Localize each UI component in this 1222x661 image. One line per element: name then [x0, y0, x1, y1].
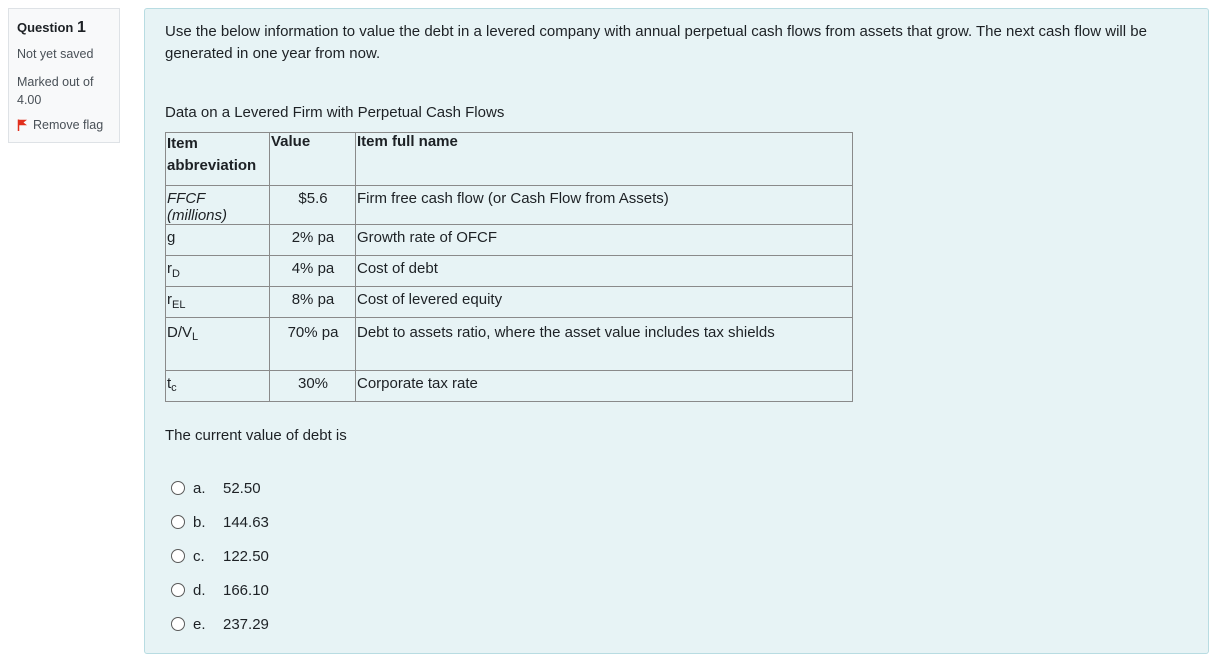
abbr-cell: FFCF (millions) [165, 185, 270, 225]
question-text: Use the below information to value the d… [165, 23, 1147, 62]
option-letter: c. [193, 547, 205, 565]
option-letter: e. [193, 615, 206, 633]
answer-options: a. 52.50 b. 144.63 c. 122.50 d. 166.10 e… [171, 471, 269, 641]
abbr-cell: g [165, 224, 270, 256]
abbr-cell: rEL [165, 286, 270, 318]
question-state: Not yet saved [17, 47, 94, 61]
remove-flag-link[interactable]: Remove flag [17, 118, 119, 132]
abbr-subscript: EL [172, 299, 186, 311]
question-formulation: Use the below information to value the d… [144, 8, 1209, 654]
option-value[interactable]: 237.29 [223, 616, 269, 633]
abbr-subscript: L [192, 331, 199, 343]
abbr-cell: D/VL [165, 317, 270, 371]
table-row: FFCF (millions) $5.6 Firm free cash flow… [165, 185, 853, 225]
table-header-row: Item abbreviation Value Item full name [165, 132, 853, 186]
answer-option-a[interactable]: a. 52.50 [171, 471, 269, 505]
abbr-cell: rD [165, 255, 270, 287]
column-header-value: Value [269, 132, 356, 186]
abbr-subscript: D [172, 268, 180, 280]
value-cell: 70% pa [269, 317, 356, 371]
value-cell: 30% [269, 370, 356, 402]
question-prompt: The current value of debt is [165, 427, 347, 444]
column-header-abbreviation: Item abbreviation [165, 132, 270, 186]
value-cell: 8% pa [269, 286, 356, 318]
red-flag-icon [17, 119, 27, 131]
option-letter: d. [193, 581, 206, 599]
radio-button[interactable] [171, 617, 185, 631]
value-cell: 2% pa [269, 224, 356, 256]
abbr-text: D/V [167, 324, 193, 341]
column-header-full-name: Item full name [355, 132, 853, 186]
abbr-subscript: c [171, 382, 177, 394]
data-table: Item abbreviation Value Item full name F… [165, 132, 853, 402]
option-value[interactable]: 122.50 [223, 548, 269, 565]
answer-option-d[interactable]: d. 166.10 [171, 573, 269, 607]
value-cell: $5.6 [269, 185, 356, 225]
radio-button[interactable] [171, 583, 185, 597]
table-row: rEL 8% pa Cost of levered equity [165, 286, 853, 318]
option-value[interactable]: 166.10 [223, 582, 269, 599]
name-cell: Cost of debt [355, 255, 853, 287]
radio-button[interactable] [171, 549, 185, 563]
table-row: rD 4% pa Cost of debt [165, 255, 853, 287]
name-cell: Corporate tax rate [355, 370, 853, 402]
answer-option-b[interactable]: b. 144.63 [171, 505, 269, 539]
name-cell: Growth rate of OFCF [355, 224, 853, 256]
abbr-text: FFCF (millions) [167, 190, 227, 224]
table-row: tc 30% Corporate tax rate [165, 370, 853, 402]
option-value[interactable]: 144.63 [223, 514, 269, 531]
name-cell: Debt to assets ratio, where the asset va… [355, 317, 853, 371]
question-info-panel: Question 1 Not yet saved Marked out of 4… [8, 8, 120, 143]
radio-button[interactable] [171, 515, 185, 529]
name-cell: Cost of levered equity [355, 286, 853, 318]
table-row: D/VL 70% pa Debt to assets ratio, where … [165, 317, 853, 371]
table-caption: Data on a Levered Firm with Perpetual Ca… [165, 104, 505, 121]
value-cell: 4% pa [269, 255, 356, 287]
question-label: Question [17, 20, 74, 35]
radio-button[interactable] [171, 481, 185, 495]
remove-flag-label[interactable]: Remove flag [33, 118, 103, 132]
question-grade: Marked out of 4.00 [17, 75, 94, 107]
table-row: g 2% pa Growth rate of OFCF [165, 224, 853, 256]
option-letter: b. [193, 513, 206, 531]
abbr-cell: tc [165, 370, 270, 402]
answer-option-c[interactable]: c. 122.50 [171, 539, 269, 573]
option-value[interactable]: 52.50 [223, 480, 261, 497]
option-letter: a. [193, 479, 206, 497]
answer-option-e[interactable]: e. 237.29 [171, 607, 269, 641]
name-cell: Firm free cash flow (or Cash Flow from A… [355, 185, 853, 225]
abbr-text: g [167, 229, 176, 246]
question-number-value: 1 [76, 19, 86, 36]
question-number: Question 1 [17, 19, 119, 37]
